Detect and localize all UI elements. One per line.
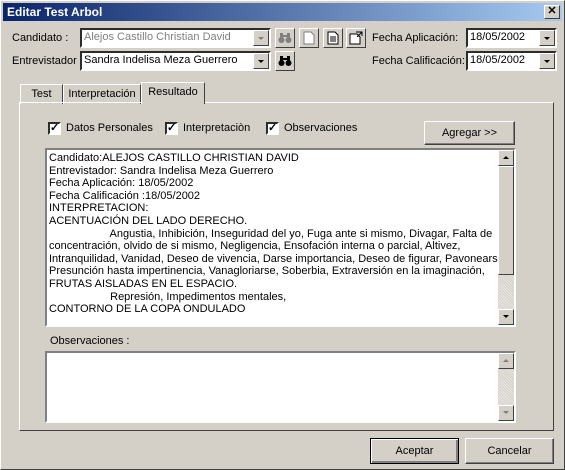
chevron-down-icon[interactable] <box>539 30 555 46</box>
result-line: concentración, olvido de si mismo, Negli… <box>49 240 461 253</box>
cancelar-label: Cancelar <box>487 445 532 457</box>
binoculars-icon <box>278 56 292 66</box>
window-title: Editar Test Arbol <box>7 5 103 19</box>
fecha-calificacion-picker[interactable]: 18/05/2002 <box>466 51 557 71</box>
document-list-button[interactable] <box>323 28 343 48</box>
search-entrevistador-button[interactable] <box>275 51 295 71</box>
result-line: Fecha Calificación :18/05/2002 <box>49 189 201 202</box>
agregar-button[interactable]: Agregar >> <box>424 121 515 145</box>
new-button[interactable] <box>299 28 319 48</box>
result-line: Presunción hasta impertinencia, Vanaglor… <box>49 265 485 278</box>
binoculars-icon <box>278 33 292 43</box>
result-line: INTERPRETACION: <box>49 202 149 215</box>
aceptar-label: Aceptar <box>395 445 434 457</box>
chevron-down-icon[interactable] <box>253 53 269 69</box>
result-line: Fecha Aplicación: 18/05/2002 <box>49 177 194 190</box>
tab-interpretacion-label: Interpretación <box>68 88 136 100</box>
observaciones-textarea[interactable] <box>45 351 516 423</box>
interpretacion-label: Interpretaciòn <box>183 122 251 134</box>
result-line: Represión, Impedimentos mentales, <box>49 290 287 303</box>
observaciones-label: Observaciones : <box>50 335 130 347</box>
tab-resultado[interactable]: Resultado <box>141 82 205 104</box>
fecha-aplicacion-value: 18/05/2002 <box>470 31 526 43</box>
datos-personales-checkbox[interactable] <box>48 121 61 135</box>
datos-personales-label: Datos Personales <box>66 122 153 134</box>
result-line: Angustia, Inhibición, Inseguridad del yo… <box>49 227 493 240</box>
search-candidato-button[interactable] <box>275 28 295 48</box>
observaciones-scrollbar[interactable] <box>498 353 514 421</box>
fecha-aplicacion-label: Fecha Aplicación: <box>372 32 459 44</box>
interpretacion-checkbox[interactable] <box>165 121 178 135</box>
document-list-icon <box>327 31 339 45</box>
observaciones-option-label: Observaciones <box>284 122 358 134</box>
new-document-icon <box>303 31 315 45</box>
tab-test-label: Test <box>31 88 52 100</box>
entrevistador-value: Sandra Indelisa Meza Guerrero <box>84 54 238 66</box>
result-line: ACENTUACIÓN DEL LADO DERECHO. <box>49 214 248 227</box>
edit-test-window: Editar Test Arbol ✕ Candidato : Alejos C… <box>0 0 565 470</box>
document-export-icon <box>349 31 363 45</box>
result-line: CONTORNO DE LA COPA ONDULADO <box>49 303 246 316</box>
fecha-aplicacion-picker[interactable]: 18/05/2002 <box>466 28 557 48</box>
agregar-button-label: Agregar >> <box>441 127 498 139</box>
close-icon: ✕ <box>547 5 557 17</box>
result-text: Candidato:ALEJOS CASTILLO CHRISTIAN DAVI… <box>49 152 507 325</box>
candidato-combobox[interactable]: Alejos Castillo Christian David <box>80 28 271 48</box>
scroll-down-button[interactable] <box>498 405 514 421</box>
aceptar-button[interactable]: Aceptar <box>370 438 459 464</box>
entrevistador-combobox[interactable]: Sandra Indelisa Meza Guerrero <box>80 51 271 71</box>
candidato-value: Alejos Castillo Christian David <box>84 31 231 43</box>
scroll-down-button[interactable] <box>498 309 514 325</box>
result-line: FRUTAS AISLADAS EN EL ESPACIO. <box>49 277 238 290</box>
cancelar-button[interactable]: Cancelar <box>465 438 554 464</box>
tab-resultado-label: Resultado <box>148 86 198 98</box>
close-button[interactable]: ✕ <box>544 5 560 19</box>
fecha-calificacion-label: Fecha Calificación: <box>372 55 465 67</box>
tab-interpretacion[interactable]: Interpretación <box>63 84 141 104</box>
export-button[interactable] <box>346 28 366 48</box>
entrevistador-label: Entrevistador : <box>12 55 83 67</box>
resultado-panel: Datos Personales Interpretaciòn Observac… <box>19 102 554 431</box>
fecha-calificacion-value: 18/05/2002 <box>470 54 526 66</box>
observaciones-checkbox[interactable] <box>266 121 279 135</box>
result-line: Intranquilidad, Vanidad, Deseo de vivenc… <box>49 252 507 265</box>
tab-test[interactable]: Test <box>20 84 63 104</box>
result-line: Entrevistador: Sandra Indelisa Meza Guer… <box>49 164 274 177</box>
result-scrollbar[interactable] <box>498 150 514 325</box>
chevron-down-icon[interactable] <box>539 53 555 69</box>
window-titlebar: Editar Test Arbol ✕ <box>3 3 562 21</box>
scroll-up-button[interactable] <box>498 353 514 369</box>
candidato-label: Candidato : <box>12 32 69 44</box>
result-line: Candidato:ALEJOS CASTILLO CHRISTIAN DAVI… <box>49 152 299 164</box>
scroll-up-button[interactable] <box>498 150 514 166</box>
scroll-thumb[interactable] <box>498 166 514 275</box>
chevron-down-icon[interactable] <box>253 30 269 46</box>
result-textarea[interactable]: Candidato:ALEJOS CASTILLO CHRISTIAN DAVI… <box>45 148 516 327</box>
observaciones-text <box>49 355 496 421</box>
